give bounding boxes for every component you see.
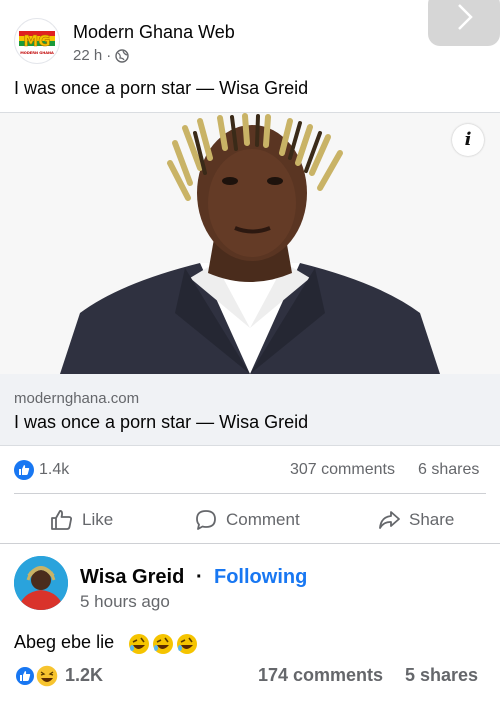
like-reaction-icon[interactable] xyxy=(14,665,36,687)
like-label: Like xyxy=(82,510,114,529)
avatar[interactable] xyxy=(14,556,68,610)
link-info-area[interactable] xyxy=(0,374,500,445)
svg-text:MG: MG xyxy=(23,32,50,50)
post-text: Abeg ebe lie xyxy=(14,632,115,652)
name-separator: · xyxy=(196,566,203,588)
thumbs-up-icon xyxy=(19,465,30,475)
post-caption: I was once a porn star — Wisa Greid xyxy=(14,78,309,98)
share-label: Share xyxy=(409,510,455,529)
post-time[interactable]: 5 hours ago xyxy=(80,592,170,612)
rolling-laughing-emoji xyxy=(153,634,173,654)
thumbs-up-outline-icon xyxy=(51,510,72,530)
reaction-count[interactable]: 1.2K xyxy=(65,665,103,686)
following-button[interactable]: Following xyxy=(214,566,307,589)
meta-separator: · xyxy=(106,47,112,64)
shares-count[interactable]: 5 shares xyxy=(405,665,478,686)
portrait-photo xyxy=(0,113,500,374)
post-meta: 22 h · xyxy=(73,47,129,64)
page-logo[interactable]: MG MODERN GHANA xyxy=(14,18,60,64)
like-button[interactable]: Like xyxy=(50,505,113,535)
divider xyxy=(14,493,486,494)
share-button[interactable]: Share xyxy=(377,505,454,535)
author-name[interactable]: Wisa Greid xyxy=(80,566,184,589)
link-preview-image[interactable] xyxy=(0,113,500,374)
info-button[interactable]: i xyxy=(452,124,484,156)
thumbs-up-icon xyxy=(20,671,31,681)
divider xyxy=(0,543,500,544)
chevron-right-icon xyxy=(458,4,473,30)
post-time[interactable]: 22 h xyxy=(73,47,102,64)
comment-icon xyxy=(196,510,216,530)
svg-text:MODERN GHANA: MODERN GHANA xyxy=(20,51,54,55)
link-domain: modernghana.com xyxy=(14,390,140,407)
globe-icon xyxy=(115,48,129,63)
haha-reaction-icon[interactable] xyxy=(35,664,59,688)
rolling-laughing-emoji xyxy=(129,634,149,654)
reaction-count[interactable]: 1.4k xyxy=(39,461,69,479)
modern-ghana-logo: MG MODERN GHANA xyxy=(19,31,55,55)
comment-label: Comment xyxy=(226,510,300,529)
like-reaction-icon[interactable] xyxy=(14,460,34,480)
comment-button[interactable]: Comment xyxy=(194,505,300,535)
share-icon xyxy=(379,511,400,529)
next-nav-button[interactable] xyxy=(428,0,500,46)
page-name[interactable]: Modern Ghana Web xyxy=(73,22,235,43)
comments-count[interactable]: 174 comments xyxy=(258,665,383,686)
link-title[interactable]: I was once a porn star — Wisa Greid xyxy=(14,412,308,433)
shares-count[interactable]: 6 shares xyxy=(418,461,479,479)
rolling-laughing-emoji xyxy=(177,634,197,654)
comments-count[interactable]: 307 comments xyxy=(290,461,395,479)
avatar-photo xyxy=(14,556,68,610)
